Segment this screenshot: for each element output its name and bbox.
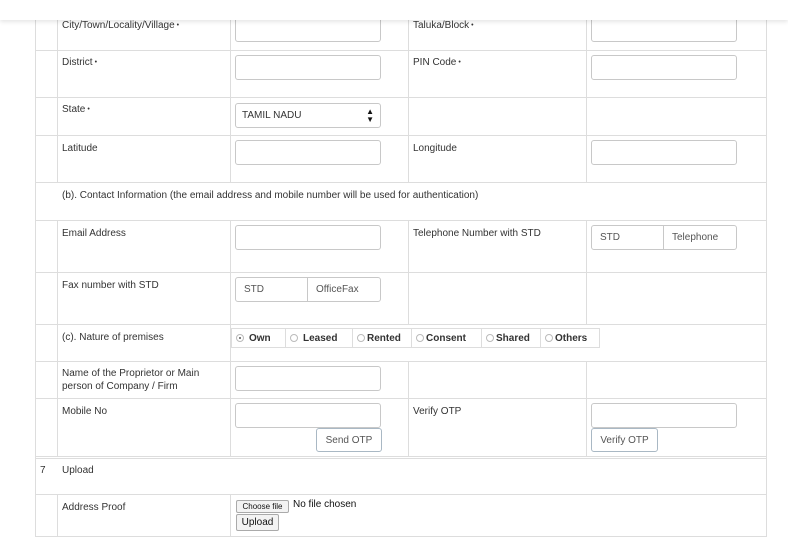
email-label: Email Address [62,228,126,239]
premises-option-consent[interactable]: Consent [411,328,482,348]
premises-option-label: Shared [496,332,530,344]
city-input[interactable] [235,17,381,42]
otp-input[interactable] [591,403,737,428]
premises-option-leased[interactable]: Leased [285,328,353,348]
city-label: City/Town/Locality/Village • [62,20,180,31]
state-select[interactable]: TAMIL NADU ▲ ▼ [235,103,381,128]
col-divider [586,361,587,457]
email-input[interactable] [235,225,381,250]
file-status-text: No file chosen [293,499,357,510]
required-marker: • [458,59,461,66]
col-divider [766,0,767,537]
fax-number-input[interactable] [307,277,381,302]
row-divider [35,182,767,183]
col-divider [586,0,587,183]
required-marker: • [176,22,180,29]
premises-option-label: Others [555,332,588,344]
radio-icon [545,334,553,342]
radio-icon [416,334,424,342]
top-bar-shadow [0,0,788,20]
pin-code-label: PIN Code • [413,57,461,68]
premises-option-label: Leased [303,332,338,344]
col-divider [586,220,587,325]
premises-option-label: Consent [426,332,466,344]
upload-section-heading: Upload [62,465,94,476]
state-selected-value: TAMIL NADU [242,110,302,121]
row-divider [35,458,767,459]
taluka-input[interactable] [591,17,737,42]
col-divider [57,494,58,537]
state-label: State • [62,104,90,115]
col-divider [57,220,58,457]
send-otp-button[interactable]: Send OTP [316,428,382,452]
choose-file-button[interactable]: Choose file [236,500,289,513]
col-divider [230,0,231,183]
col-divider [408,220,409,325]
district-label: District • [62,57,98,68]
telephone-label: Telephone Number with STD [413,228,541,239]
radio-icon [290,334,298,342]
contact-section-heading: (b). Contact Information (the email addr… [62,190,479,201]
taluka-label: Taluka/Block • [413,20,474,31]
radio-icon [357,334,365,342]
mobile-input[interactable] [235,403,381,428]
telephone-std-input[interactable] [591,225,664,250]
fax-label: Fax number with STD [62,280,159,291]
row-divider [35,135,767,136]
row-divider [35,272,767,273]
col-divider [408,361,409,457]
verify-otp-button[interactable]: Verify OTP [591,428,658,452]
latitude-label: Latitude [62,143,98,154]
premises-label: (c). Nature of premises [62,332,164,343]
upload-section-number: 7 [40,465,46,476]
radio-selected-icon [236,334,244,342]
address-proof-label: Address Proof [62,502,126,513]
mobile-label: Mobile No [62,406,108,417]
premises-option-shared[interactable]: Shared [481,328,541,348]
upload-button[interactable]: Upload [236,514,279,531]
select-arrows-icon: ▲ ▼ [366,106,374,124]
col-divider [35,0,36,537]
row-divider [35,97,767,98]
premises-option-others[interactable]: Others [540,328,600,348]
required-marker: • [471,22,474,29]
row-divider [35,361,767,362]
required-marker: • [87,106,90,113]
radio-icon [486,334,494,342]
row-divider [35,220,767,221]
longitude-label: Longitude [413,143,457,154]
row-divider [35,456,767,457]
proprietor-input[interactable] [235,366,381,391]
row-divider [35,324,767,325]
pin-code-input[interactable] [591,55,737,80]
row-divider [35,50,767,51]
proprietor-label: Name of the Proprietor or Main person of… [62,368,200,392]
premises-option-rented[interactable]: Rented [352,328,412,348]
verify-otp-label: Verify OTP [413,406,462,417]
row-divider [35,494,767,495]
premises-option-label: Rented [367,332,401,344]
required-marker: • [94,59,98,66]
premises-option-label: Own [249,332,271,344]
col-divider [230,494,231,537]
row-divider [35,398,767,399]
telephone-number-input[interactable] [663,225,737,250]
form-table [0,0,788,549]
district-input[interactable] [235,55,381,80]
premises-option-own[interactable]: Own [231,328,286,348]
longitude-input[interactable] [591,140,737,165]
latitude-input[interactable] [235,140,381,165]
fax-std-input[interactable] [235,277,308,302]
row-divider [35,536,767,537]
col-divider [57,0,58,183]
col-divider [408,0,409,183]
